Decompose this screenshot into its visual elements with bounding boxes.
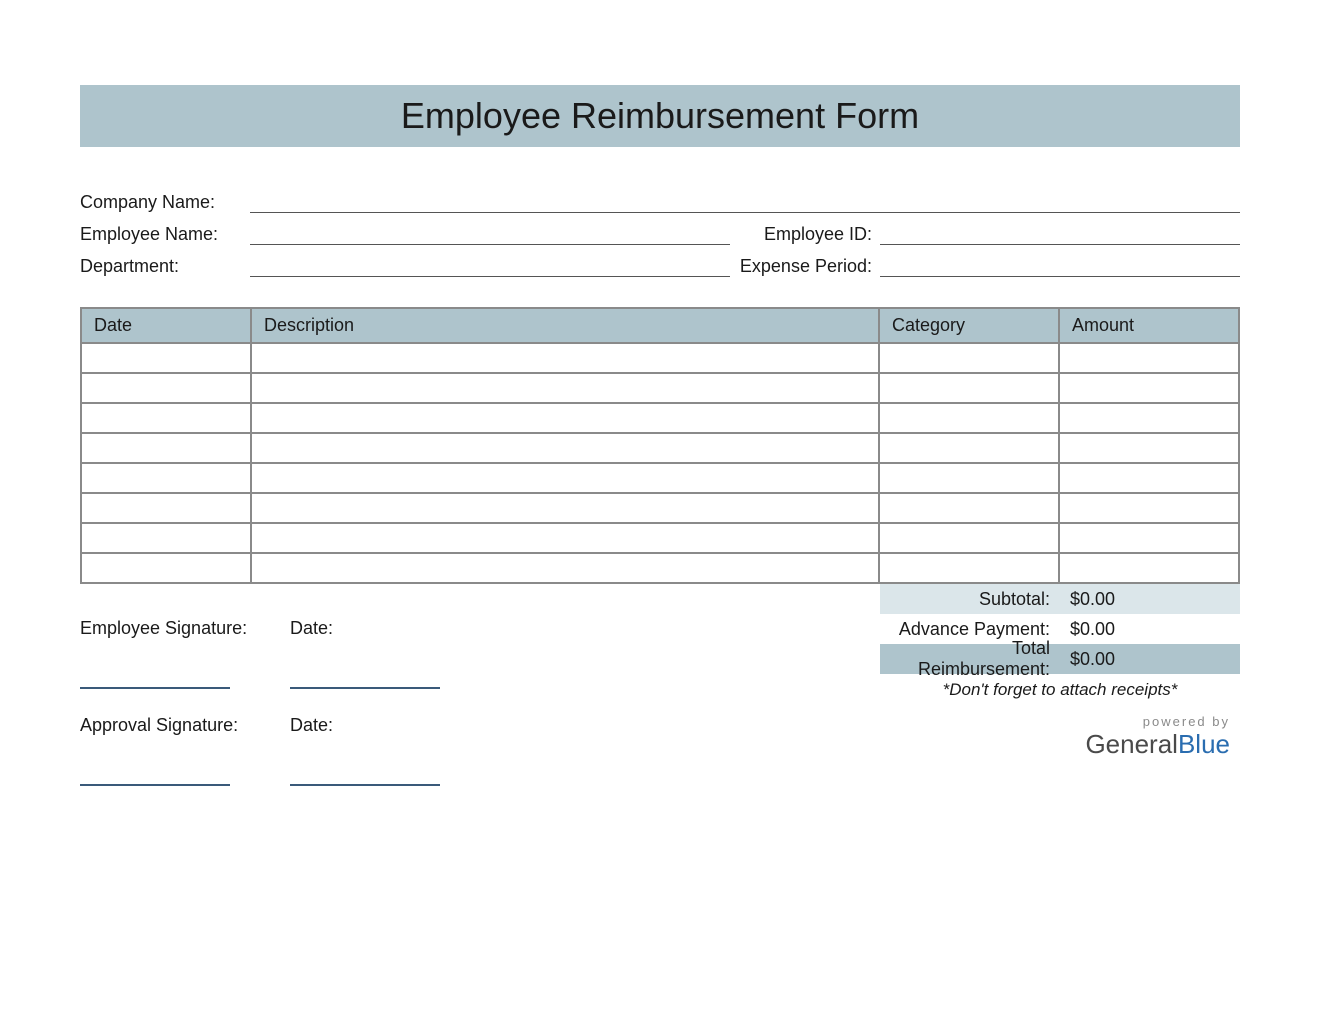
company-name-input[interactable] bbox=[250, 191, 1240, 213]
subtotal-label: Subtotal: bbox=[880, 589, 1060, 610]
company-name-label: Company Name: bbox=[80, 192, 250, 213]
table-row bbox=[81, 433, 1239, 463]
table-row bbox=[81, 493, 1239, 523]
approval-signature-label: Approval Signature: bbox=[80, 715, 290, 736]
totals-section: Subtotal: $0.00 Advance Payment: $0.00 T… bbox=[880, 584, 1240, 812]
cell-amt[interactable] bbox=[1059, 373, 1239, 403]
expense-period-label: Expense Period: bbox=[730, 256, 880, 277]
header-description: Description bbox=[251, 308, 879, 343]
cell-amt[interactable] bbox=[1059, 553, 1239, 583]
cell-date[interactable] bbox=[81, 523, 251, 553]
cell-desc[interactable] bbox=[251, 403, 879, 433]
cell-date[interactable] bbox=[81, 433, 251, 463]
cell-desc[interactable] bbox=[251, 373, 879, 403]
advance-payment-label: Advance Payment: bbox=[880, 619, 1060, 640]
cell-cat[interactable] bbox=[879, 433, 1059, 463]
receipt-reminder: *Don't forget to attach receipts* bbox=[880, 680, 1240, 700]
cell-amt[interactable] bbox=[1059, 463, 1239, 493]
employee-id-label: Employee ID: bbox=[730, 224, 880, 245]
cell-cat[interactable] bbox=[879, 523, 1059, 553]
cell-amt[interactable] bbox=[1059, 523, 1239, 553]
table-row bbox=[81, 523, 1239, 553]
employee-signature-label: Employee Signature: bbox=[80, 618, 290, 639]
cell-cat[interactable] bbox=[879, 403, 1059, 433]
cell-amt[interactable] bbox=[1059, 433, 1239, 463]
employee-id-input[interactable] bbox=[880, 223, 1240, 245]
employee-signature-date-input[interactable] bbox=[290, 667, 440, 689]
cell-desc[interactable] bbox=[251, 553, 879, 583]
cell-amt[interactable] bbox=[1059, 403, 1239, 433]
expense-period-input[interactable] bbox=[880, 255, 1240, 277]
table-row bbox=[81, 553, 1239, 583]
total-reimbursement-value: $0.00 bbox=[1060, 649, 1240, 670]
approval-signature-date-label: Date: bbox=[290, 715, 440, 736]
cell-cat[interactable] bbox=[879, 463, 1059, 493]
cell-cat[interactable] bbox=[879, 343, 1059, 373]
cell-date[interactable] bbox=[81, 553, 251, 583]
total-reimbursement-label: Total Reimbursement: bbox=[880, 638, 1060, 680]
brand-name-b: Blue bbox=[1178, 729, 1230, 759]
header-category: Category bbox=[879, 308, 1059, 343]
cell-cat[interactable] bbox=[879, 493, 1059, 523]
form-title: Employee Reimbursement Form bbox=[80, 85, 1240, 147]
cell-date[interactable] bbox=[81, 373, 251, 403]
employee-info: Company Name: Employee Name: Employee ID… bbox=[80, 187, 1240, 277]
expense-table: Date Description Category Amount bbox=[80, 307, 1240, 584]
cell-desc[interactable] bbox=[251, 463, 879, 493]
brand-name-a: General bbox=[1085, 729, 1178, 759]
employee-name-label: Employee Name: bbox=[80, 224, 250, 245]
cell-desc[interactable] bbox=[251, 433, 879, 463]
cell-amt[interactable] bbox=[1059, 493, 1239, 523]
header-date: Date bbox=[81, 308, 251, 343]
advance-payment-value: $0.00 bbox=[1060, 619, 1240, 640]
department-input[interactable] bbox=[250, 255, 730, 277]
header-amount: Amount bbox=[1059, 308, 1239, 343]
powered-by-label: powered by bbox=[880, 714, 1230, 729]
cell-amt[interactable] bbox=[1059, 343, 1239, 373]
cell-date[interactable] bbox=[81, 463, 251, 493]
cell-desc[interactable] bbox=[251, 493, 879, 523]
cell-date[interactable] bbox=[81, 343, 251, 373]
department-label: Department: bbox=[80, 256, 250, 277]
table-row bbox=[81, 343, 1239, 373]
cell-date[interactable] bbox=[81, 493, 251, 523]
employee-signature-input[interactable] bbox=[80, 667, 230, 689]
brand-footer: powered by GeneralBlue bbox=[880, 714, 1240, 760]
cell-desc[interactable] bbox=[251, 523, 879, 553]
cell-cat[interactable] bbox=[879, 553, 1059, 583]
table-row bbox=[81, 463, 1239, 493]
brand-name: GeneralBlue bbox=[880, 729, 1230, 760]
cell-desc[interactable] bbox=[251, 343, 879, 373]
table-row bbox=[81, 403, 1239, 433]
table-row bbox=[81, 373, 1239, 403]
subtotal-value: $0.00 bbox=[1060, 589, 1240, 610]
approval-signature-input[interactable] bbox=[80, 764, 230, 786]
approval-signature-date-input[interactable] bbox=[290, 764, 440, 786]
cell-date[interactable] bbox=[81, 403, 251, 433]
employee-signature-date-label: Date: bbox=[290, 618, 440, 639]
cell-cat[interactable] bbox=[879, 373, 1059, 403]
employee-name-input[interactable] bbox=[250, 223, 730, 245]
